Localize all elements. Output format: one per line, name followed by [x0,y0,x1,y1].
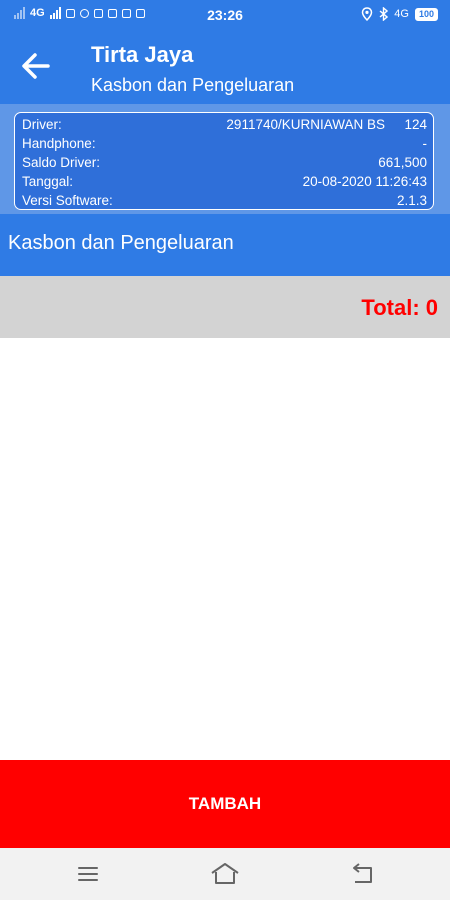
versi-value: 2.1.3 [396,193,427,208]
saldo-row: Saldo Driver: 661,500 [22,153,427,172]
driver-info-panel: Driver: 2911740/KURNIAWAN BS 124 Handpho… [0,104,450,214]
driver-extra: 124 [404,117,427,132]
total-amount: Total: 0 [361,295,438,320]
network-type-right: 4G [394,8,409,20]
tambah-button[interactable]: TAMBAH [0,760,450,848]
section-header: Kasbon dan Pengeluaran [0,214,450,276]
status-bar: 4G 23:26 4G 100 [0,0,450,30]
saldo-value: 661,500 [378,155,427,170]
tanggal-label: Tanggal: [22,174,74,189]
battery-icon: 100 [414,7,438,21]
app-bar: Tirta Jaya Kasbon dan Pengeluaran [0,30,450,104]
saldo-label: Saldo Driver: [22,155,101,170]
home-icon[interactable] [209,860,241,888]
versi-row: Versi Software: 2.1.3 [22,191,427,210]
page-title: Tirta Jaya [91,42,194,67]
versi-label: Versi Software: [22,193,113,208]
driver-row: Driver: 2911740/KURNIAWAN BS 124 [22,115,427,134]
system-nav-bar [0,848,450,900]
status-right-icons: 4G 100 [361,7,438,21]
arrow-left-icon[interactable] [18,48,54,84]
tanggal-row: Tanggal: 20-08-2020 11:26:43 [22,172,427,191]
back-icon[interactable] [346,860,378,888]
total-bar: Total: 0 [0,276,450,338]
driver-value: 2911740/KURNIAWAN BS [226,117,385,132]
handphone-value: - [422,136,428,151]
driver-info-box: Driver: 2911740/KURNIAWAN BS 124 Handpho… [14,112,434,210]
bluetooth-icon [379,7,389,21]
menu-icon[interactable] [72,860,104,888]
driver-label: Driver: [22,117,62,132]
handphone-row: Handphone: - [22,134,427,153]
page-subtitle: Kasbon dan Pengeluaran [91,75,295,95]
section-title: Kasbon dan Pengeluaran [8,232,234,254]
tanggal-value: 20-08-2020 11:26:43 [302,174,427,189]
handphone-label: Handphone: [22,136,96,151]
location-icon [362,7,373,21]
kasbon-list[interactable] [0,338,450,760]
